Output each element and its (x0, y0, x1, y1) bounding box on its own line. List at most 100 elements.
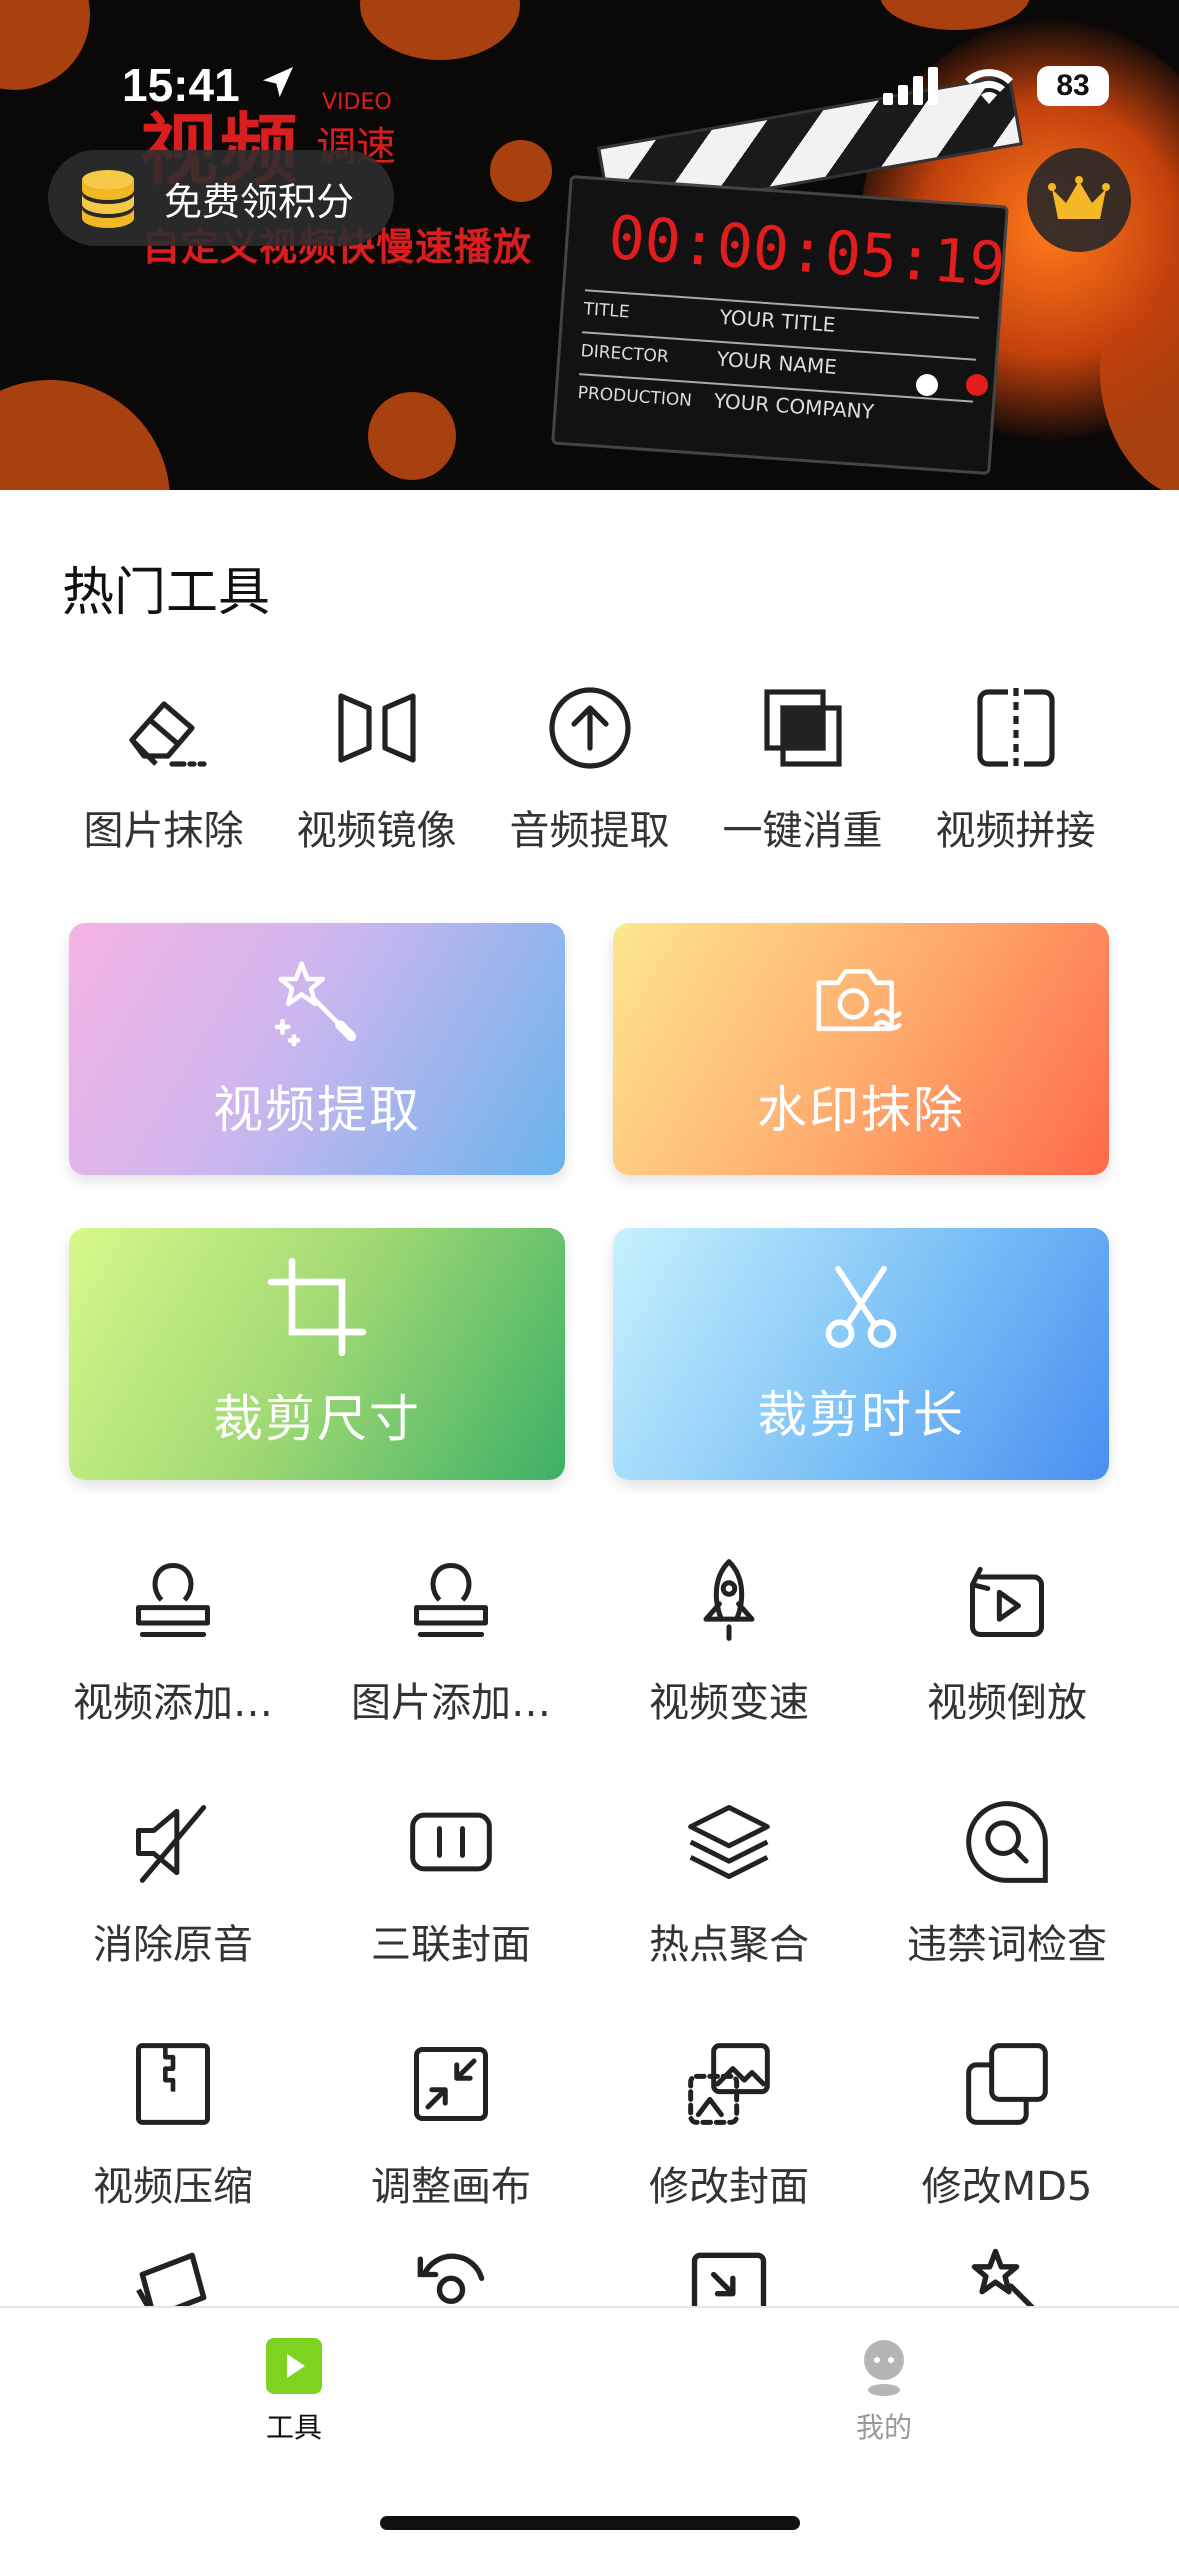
tool-image-watermark[interactable]: 图片添加… (312, 1552, 590, 1728)
tool-video-compress[interactable]: 视频压缩 (34, 2036, 312, 2212)
tool-banned-words[interactable]: 违禁词检查 (868, 1794, 1146, 1970)
status-time: 15:41 (122, 59, 240, 111)
cellular-signal-icon (883, 67, 938, 105)
rotate-icon (403, 2238, 499, 2308)
status-indicators: 83 (883, 66, 1109, 106)
section-title: 热门工具 (62, 563, 271, 623)
tool-label: 一键消重 (722, 808, 883, 854)
carousel-dot-active[interactable] (966, 374, 988, 396)
clapper-timecode: 00:00:05:19 (606, 202, 1008, 301)
tab-mine[interactable]: 我的 (784, 2336, 984, 2446)
coins-icon (82, 170, 134, 228)
tool-label: 视频拼接 (935, 808, 1096, 854)
tool-label: 视频压缩 (93, 2164, 253, 2210)
tool-label: 三联封面 (371, 1922, 531, 1968)
tool-overflow-item[interactable] (312, 2238, 590, 2308)
tool-label: 视频镜像 (296, 808, 457, 854)
promo-banner[interactable]: 视频 VIDEO 调速 自定义视频快慢速播放 00:00:05:19 TITLE… (0, 0, 1179, 490)
card-crop-size[interactable]: 裁剪尺寸 (69, 1228, 565, 1480)
battery-indicator: 83 (1037, 66, 1109, 106)
tab-tools[interactable]: 工具 (194, 2336, 394, 2446)
tool-overflow-item[interactable] (34, 2238, 312, 2308)
tool-video-mirror[interactable]: 视频镜像 (270, 680, 483, 856)
card-watermark-remove[interactable]: 水印抹除 (613, 923, 1109, 1175)
clapper-row-key: TITLE (582, 299, 631, 323)
vip-crown-button[interactable] (1027, 148, 1131, 252)
wifi-icon (965, 69, 1013, 104)
zip-icon (125, 2036, 221, 2132)
tool-label: 视频添加… (73, 1680, 273, 1726)
tool-video-watermark[interactable]: 视频添加… (34, 1552, 312, 1728)
reverse-play-icon (959, 1552, 1055, 1648)
tools-grid: 视频添加… 图片添加… 视频变速 视频倒放 消除原音 三联封面 热点聚合 违禁词… (34, 1552, 1146, 2212)
tool-dedup[interactable]: 一键消重 (696, 680, 909, 856)
hot-tools-row: 图片抹除 视频镜像 音频提取 一键消重 视频拼接 (0, 680, 1179, 856)
tool-video-speed[interactable]: 视频变速 (590, 1552, 868, 1728)
tool-edit-md5[interactable]: 修改MD5 (868, 2036, 1146, 2212)
bucket-icon (125, 2238, 221, 2308)
card-label: 水印抹除 (757, 1081, 965, 1139)
card-crop-duration[interactable]: 裁剪时长 (613, 1228, 1109, 1480)
tool-label: 图片添加… (351, 1680, 551, 1726)
clapper-row-value: YOUR COMPANY (713, 388, 875, 424)
tool-adjust-canvas[interactable]: 调整画布 (312, 2036, 590, 2212)
location-arrow-icon (263, 67, 293, 97)
mute-icon (125, 1794, 221, 1890)
tab-tools-label: 工具 (265, 2411, 322, 2444)
stamp-icon (403, 1552, 499, 1648)
magic-wand-icon (274, 961, 357, 1047)
tool-label: 视频变速 (649, 1680, 809, 1726)
tool-overflow-item[interactable] (590, 2238, 868, 2308)
tool-label: 消除原音 (93, 1922, 253, 1968)
decor-circle (0, 380, 170, 490)
carousel-dot[interactable] (916, 374, 938, 396)
scissors-icon (825, 1265, 897, 1349)
stack-icon (681, 1794, 777, 1890)
free-points-label: 免费领积分 (164, 179, 355, 224)
tool-audio-extract[interactable]: 音频提取 (483, 680, 696, 856)
clapper-row-key: PRODUCTION (577, 383, 693, 412)
sparkle-icon (959, 2238, 1055, 2308)
clapper-row-key: DIRECTOR (579, 341, 670, 368)
tool-edit-cover[interactable]: 修改封面 (590, 2036, 868, 2212)
home-indicator (380, 2516, 800, 2530)
clapper-row-value: YOUR NAME (716, 346, 838, 380)
tool-label: 音频提取 (509, 808, 670, 854)
card-video-extract[interactable]: 视频提取 (69, 923, 565, 1175)
stamp-icon (125, 1552, 221, 1648)
free-points-button[interactable]: 免费领积分 (48, 150, 395, 246)
mirror-icon (329, 680, 425, 776)
image-swap-icon (681, 2036, 777, 2132)
rocket-icon (681, 1552, 777, 1648)
card-label: 视频提取 (213, 1081, 421, 1139)
play-square-icon (266, 2338, 322, 2394)
tool-video-reverse[interactable]: 视频倒放 (868, 1552, 1146, 1728)
tool-label: 热点聚合 (649, 1922, 809, 1968)
tab-mine-label: 我的 (855, 2411, 912, 2444)
upload-circle-icon (542, 680, 638, 776)
tool-triptych-cover[interactable]: 三联封面 (312, 1794, 590, 1970)
tool-label: 图片抹除 (83, 808, 244, 854)
clapper-row-value: YOUR TITLE (718, 304, 837, 337)
triptych-icon (403, 1794, 499, 1890)
decor-circle (0, 0, 90, 90)
resize-icon (681, 2238, 777, 2308)
tool-video-splice[interactable]: 视频拼接 (909, 680, 1122, 856)
tool-label: 调整画布 (371, 2164, 531, 2210)
tool-label: 修改封面 (649, 2164, 809, 2210)
tool-label: 修改MD5 (921, 2164, 1093, 2210)
clapperboard: 00:00:05:19 TITLE YOUR TITLE DIRECTOR YO… (551, 174, 1009, 476)
tool-remove-audio[interactable]: 消除原音 (34, 1794, 312, 1970)
camera-icon (816, 969, 902, 1032)
crop-icon (267, 1257, 367, 1357)
tool-overflow-item[interactable] (868, 2238, 1146, 2308)
tool-image-erase[interactable]: 图片抹除 (57, 680, 270, 856)
split-icon (968, 680, 1064, 776)
tool-label: 违禁词检查 (907, 1922, 1107, 1968)
copy-icon (959, 2036, 1055, 2132)
layers-square-icon (755, 680, 851, 776)
card-label: 裁剪时长 (757, 1386, 965, 1444)
eraser-icon (116, 680, 212, 776)
profile-icon (864, 2340, 904, 2396)
tool-hot-aggregate[interactable]: 热点聚合 (590, 1794, 868, 1970)
